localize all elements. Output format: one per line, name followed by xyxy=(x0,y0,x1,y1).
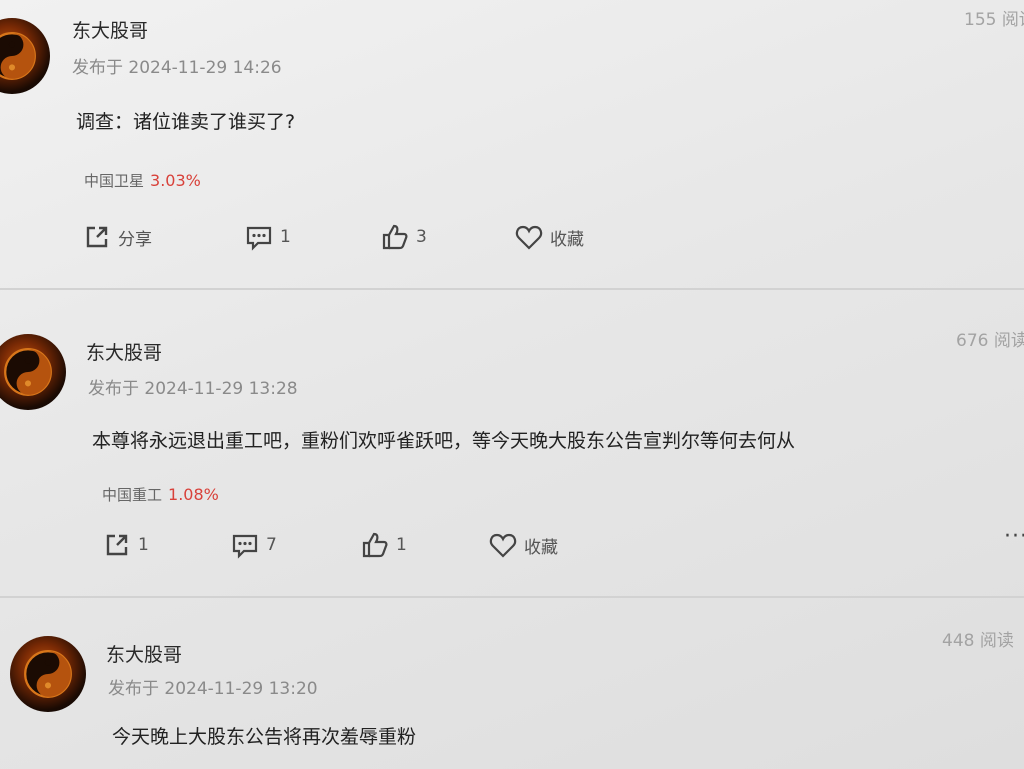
favorite-button[interactable]: 收藏 xyxy=(514,222,584,252)
stock-change: 1.08% xyxy=(168,485,219,504)
post-content[interactable]: 调查：诸位谁卖了谁买了? xyxy=(76,107,295,134)
comment-button[interactable]: 7 xyxy=(230,530,277,560)
yin-yang-icon xyxy=(0,32,36,80)
comment-button[interactable]: 1 xyxy=(244,222,291,252)
post-content[interactable]: 今天晚上大股东公告将再次羞辱重粉 xyxy=(112,722,416,749)
avatar[interactable] xyxy=(10,636,86,712)
comment-count: 7 xyxy=(266,535,277,555)
share-icon xyxy=(102,530,132,560)
yin-yang-icon xyxy=(4,348,52,396)
yin-yang-icon xyxy=(24,650,72,698)
thumbs-up-icon xyxy=(380,222,410,252)
comment-icon xyxy=(230,530,260,560)
stock-tag[interactable]: 中国重工 1.08% xyxy=(102,484,219,505)
share-icon xyxy=(82,222,112,252)
author-name[interactable]: 东大股哥 xyxy=(72,16,148,43)
post-feed: 东大股哥 发布于 2024-11-29 14:26 155 阅读 调查：诸位谁卖… xyxy=(0,0,1024,769)
heart-icon xyxy=(514,222,544,252)
comment-icon xyxy=(244,222,274,252)
favorite-label: 收藏 xyxy=(550,229,584,250)
heart-icon xyxy=(488,530,518,560)
post-date: 发布于 2024-11-29 14:26 xyxy=(72,58,282,78)
thumbs-up-icon xyxy=(360,530,390,560)
post-date: 发布于 2024-11-29 13:28 xyxy=(88,379,298,399)
favorite-label: 收藏 xyxy=(524,537,558,558)
post-date: 发布于 2024-11-29 13:20 xyxy=(108,679,318,699)
read-count: 676 阅读 xyxy=(956,331,1024,351)
post-card[interactable]: 东大股哥 发布于 2024-11-29 13:20 448 阅读 今天晚上大股东… xyxy=(0,598,1024,769)
author-name[interactable]: 东大股哥 xyxy=(86,338,162,365)
stock-tag[interactable]: 中国卫星 3.03% xyxy=(84,170,201,191)
share-button[interactable]: 1 xyxy=(102,530,149,560)
read-count: 448 阅读 xyxy=(942,631,1014,651)
like-button[interactable]: 1 xyxy=(360,530,407,560)
like-count: 3 xyxy=(416,227,427,247)
avatar[interactable] xyxy=(0,334,66,410)
more-options-button[interactable]: ··· xyxy=(1004,524,1024,549)
share-button[interactable]: 分享 xyxy=(82,222,152,252)
comment-count: 1 xyxy=(280,227,291,247)
post-content[interactable]: 本尊将永远退出重工吧，重粉们欢呼雀跃吧，等今天晚大股东公告宣判尔等何去何从 xyxy=(92,426,795,453)
favorite-button[interactable]: 收藏 xyxy=(488,530,558,560)
read-count: 155 阅读 xyxy=(964,10,1024,30)
author-name[interactable]: 东大股哥 xyxy=(106,640,182,667)
post-card[interactable]: 东大股哥 发布于 2024-11-29 14:26 155 阅读 调查：诸位谁卖… xyxy=(0,0,1024,288)
avatar[interactable] xyxy=(0,18,50,94)
stock-name: 中国卫星 xyxy=(84,172,145,190)
share-count: 1 xyxy=(138,535,149,555)
like-button[interactable]: 3 xyxy=(380,222,427,252)
post-card[interactable]: 东大股哥 发布于 2024-11-29 13:28 676 阅读 本尊将永远退出… xyxy=(0,290,1024,596)
stock-change: 3.03% xyxy=(150,171,201,190)
stock-name: 中国重工 xyxy=(102,486,163,504)
like-count: 1 xyxy=(396,535,407,555)
share-label: 分享 xyxy=(118,229,152,250)
